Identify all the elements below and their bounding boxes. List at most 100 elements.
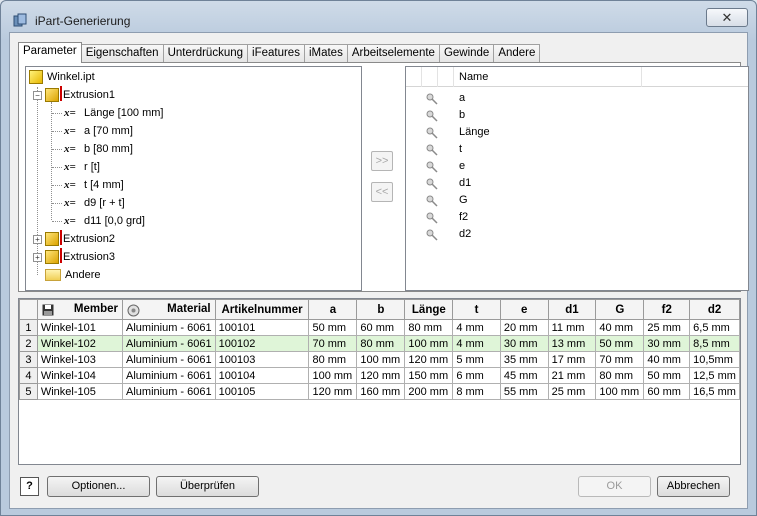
table-cell[interactable]: 100103 — [214, 351, 310, 368]
table-cell[interactable]: 4 mm — [452, 335, 501, 352]
remove-parameter-button[interactable]: << — [371, 182, 393, 202]
table-cell[interactable]: 16,5 mm — [689, 383, 740, 400]
tree-item-param[interactable]: x= a [70 mm] — [52, 122, 133, 140]
table-cell[interactable]: Winkel-105 — [36, 383, 124, 400]
tree-item-param[interactable]: x= b [80 mm] — [52, 140, 133, 158]
tree-item-root[interactable]: Winkel.ipt — [29, 68, 95, 86]
list-item[interactable]: G — [406, 193, 748, 210]
table-cell[interactable]: 25 mm — [643, 319, 691, 336]
member-table[interactable]: Member Material Artikelnummer a b Länge … — [18, 298, 741, 465]
column-header-d1[interactable]: d1 — [547, 299, 597, 320]
table-row[interactable]: 4 Winkel-104 Aluminium - 6061 100104 100 mm 1… — [19, 367, 740, 384]
table-cell[interactable]: 120 mm — [404, 351, 454, 368]
list-item[interactable]: t — [406, 142, 748, 159]
table-cell[interactable]: 21 mm — [547, 367, 597, 384]
column-header-g[interactable]: G — [595, 299, 645, 320]
table-cell[interactable]: 30 mm — [499, 335, 549, 352]
tree-item-param[interactable]: x= d11 [0,0 grd] — [52, 212, 145, 230]
column-header-b[interactable]: b — [356, 299, 406, 320]
table-cell[interactable]: 45 mm — [499, 367, 549, 384]
table-cell[interactable]: 17 mm — [547, 351, 597, 368]
table-cell[interactable]: Winkel-101 — [36, 319, 124, 336]
options-button[interactable]: Optionen... — [47, 476, 150, 497]
column-header-f2[interactable]: f2 — [643, 299, 691, 320]
table-cell[interactable]: 100104 — [214, 367, 310, 384]
table-cell[interactable]: 25 mm — [547, 383, 597, 400]
table-cell[interactable]: 80 mm — [404, 319, 454, 336]
expand-icon[interactable]: + — [33, 252, 42, 262]
tree-item-extrusion2[interactable]: + Extrusion2 — [33, 230, 115, 248]
column-header-artikelnummer[interactable]: Artikelnummer — [214, 299, 310, 320]
table-cell[interactable]: Aluminium - 6061 — [122, 367, 216, 384]
row-number[interactable]: 1 — [19, 319, 38, 336]
table-cell[interactable]: 13 mm — [547, 335, 597, 352]
table-cell[interactable]: Aluminium - 6061 — [122, 335, 216, 352]
list-item[interactable]: b — [406, 108, 748, 125]
table-cell[interactable]: 120 mm — [356, 367, 406, 384]
table-cell[interactable]: 60 mm — [643, 383, 691, 400]
tab-imates[interactable]: iMates — [303, 44, 348, 63]
table-cell[interactable]: 60 mm — [356, 319, 406, 336]
table-row[interactable]: 2 Winkel-102 Aluminium - 6061 100102 70 mm 80… — [19, 335, 740, 352]
table-cell[interactable]: 50 mm — [595, 335, 645, 352]
list-item[interactable]: a — [406, 91, 748, 108]
list-item[interactable]: d1 — [406, 176, 748, 193]
tab-andere[interactable]: Andere — [493, 44, 541, 63]
table-cell[interactable]: 20 mm — [499, 319, 549, 336]
list-item[interactable]: Länge — [406, 125, 748, 142]
list-item[interactable]: d2 — [406, 227, 748, 244]
table-cell[interactable]: 40 mm — [643, 351, 691, 368]
table-row[interactable]: 1 Winkel-101 Aluminium - 6061 100101 50 mm 60… — [19, 319, 740, 336]
table-cell[interactable]: 50 mm — [643, 367, 691, 384]
table-cell[interactable]: 10,5mm — [689, 351, 740, 368]
table-cell[interactable]: 35 mm — [499, 351, 549, 368]
table-cell[interactable]: 120 mm — [308, 383, 358, 400]
list-item[interactable]: f2 — [406, 210, 748, 227]
table-cell[interactable]: 200 mm — [404, 383, 454, 400]
table-row[interactable]: 5 Winkel-105 Aluminium - 6061 100105 120 mm 1… — [19, 383, 740, 400]
table-cell[interactable]: 100 mm — [356, 351, 406, 368]
table-cell[interactable]: 100 mm — [595, 383, 645, 400]
column-header-member[interactable]: Member — [36, 299, 124, 320]
help-button[interactable]: ? — [20, 477, 39, 496]
tree-item-param[interactable]: x= d9 [r + t] — [52, 194, 125, 212]
table-cell[interactable]: 100105 — [214, 383, 310, 400]
table-cell[interactable]: 80 mm — [595, 367, 645, 384]
tab-arbeitselemente[interactable]: Arbeitselemente — [346, 44, 440, 63]
name-column-header[interactable]: Name — [454, 67, 642, 87]
collapse-icon[interactable]: − — [33, 90, 42, 100]
table-cell[interactable]: 80 mm — [308, 351, 358, 368]
title-bar[interactable]: iPart-Generierung ✕ — [1, 1, 756, 31]
table-cell[interactable]: 70 mm — [595, 351, 645, 368]
table-cell[interactable]: Winkel-104 — [36, 367, 124, 384]
table-cell[interactable]: 55 mm — [499, 383, 549, 400]
table-cell[interactable]: 100 mm — [308, 367, 358, 384]
tab-unterdrueckung[interactable]: Unterdrückung — [162, 44, 249, 63]
cancel-button[interactable]: Abbrechen — [657, 476, 730, 497]
add-parameter-button[interactable]: >> — [371, 151, 393, 171]
row-number[interactable]: 4 — [19, 367, 38, 384]
tree-item-param[interactable]: x= Länge [100 mm] — [52, 104, 164, 122]
table-cell[interactable]: 100102 — [214, 335, 310, 352]
table-cell[interactable]: Aluminium - 6061 — [122, 351, 216, 368]
table-cell[interactable]: 4 mm — [452, 319, 501, 336]
tree-item-other[interactable]: Andere — [45, 266, 100, 284]
row-number[interactable]: 3 — [19, 351, 38, 368]
row-number[interactable]: 5 — [19, 383, 38, 400]
table-cell[interactable]: 6 mm — [452, 367, 501, 384]
table-cell[interactable]: 11 mm — [547, 319, 597, 336]
table-cell[interactable]: 80 mm — [356, 335, 406, 352]
model-tree[interactable]: Winkel.ipt − Extrusion1 x= Länge [100 mm… — [25, 66, 362, 291]
tree-item-extrusion1[interactable]: − Extrusion1 — [33, 86, 115, 104]
list-item[interactable]: e — [406, 159, 748, 176]
column-header-material[interactable]: Material — [122, 299, 216, 320]
table-cell[interactable]: Aluminium - 6061 — [122, 319, 216, 336]
table-cell[interactable]: 70 mm — [308, 335, 358, 352]
tab-parameter[interactable]: Parameter — [18, 42, 82, 63]
table-cell[interactable]: 50 mm — [308, 319, 358, 336]
table-cell[interactable]: Aluminium - 6061 — [122, 383, 216, 400]
expand-icon[interactable]: + — [33, 234, 42, 244]
close-button[interactable]: ✕ — [706, 8, 748, 27]
table-cell[interactable]: 100 mm — [404, 335, 454, 352]
table-row[interactable]: 3 Winkel-103 Aluminium - 6061 100103 80 mm 10… — [19, 351, 740, 368]
